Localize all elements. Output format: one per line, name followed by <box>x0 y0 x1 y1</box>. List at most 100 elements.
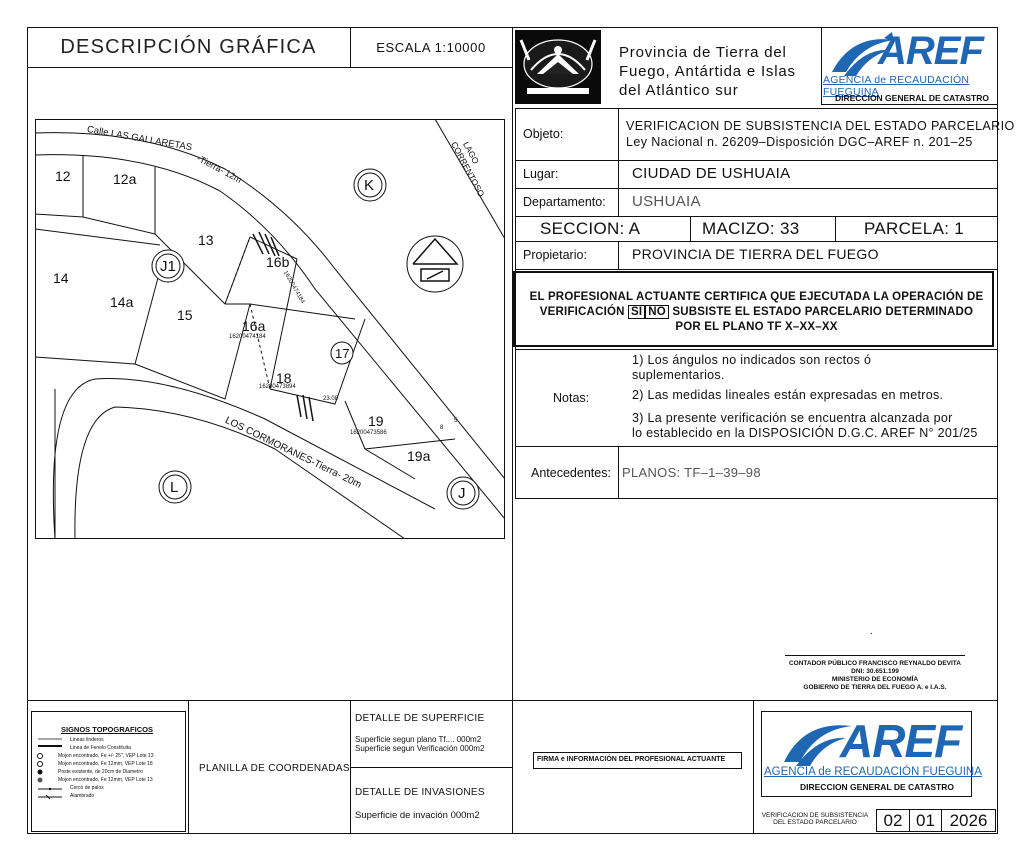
circle-j1: J1 <box>160 258 176 275</box>
header-bottom-line <box>27 67 513 68</box>
signature-government: GOBIERNO DE TIERRA DEL FUEGO A. e I.A.S. <box>803 684 947 691</box>
date-month: 01 <box>916 811 935 830</box>
lot-15: 15 <box>177 307 193 323</box>
cadastral-map <box>35 119 505 539</box>
lot-12: 12 <box>55 168 71 184</box>
seccion-value: SECCION: A <box>540 219 641 238</box>
label-col-divider-2 <box>618 241 619 269</box>
bottom-aref-direction: DIRECCION GENERAL DE CATASTRO <box>800 782 954 792</box>
lugar-value: CIUDAD DE USHUAIA <box>632 165 791 182</box>
legend-item-3: Mojon encontrado, Fe +/- 25", VEP Lote 1… <box>58 753 154 759</box>
row-line-2 <box>515 188 998 189</box>
detalle-invasiones-title: DETALLE DE INVASIONES <box>355 787 485 798</box>
measure-1: 23.08 <box>323 396 339 402</box>
date-day: 02 <box>883 811 903 830</box>
legend-item-8: Alambrado <box>70 793 95 799</box>
lot-12a: 12a <box>113 171 137 187</box>
lugar-label: Lugar: <box>523 167 559 181</box>
superficie-plano: Superficie segun plano Tf.... 000m2 <box>355 735 482 744</box>
circle-l: L <box>170 479 179 496</box>
lot-16b: 16b <box>266 254 290 270</box>
lot-13: 13 <box>198 232 214 248</box>
signature-ministry: MINISTERIO DE ECONOMÍA <box>831 676 919 683</box>
legend-item-4: Mojon encontrado, Fe 12mm, VEP Lote 18 <box>58 761 153 767</box>
macizo-divider <box>835 216 836 241</box>
aref-logo-text: AREF <box>878 29 984 73</box>
bottom-strip-top-line <box>27 700 998 701</box>
bottom-div-1 <box>188 700 189 834</box>
note-3a: 3) La presente verificación se encuentra… <box>632 411 953 425</box>
bottom-div-3 <box>753 700 754 834</box>
circle-j: J <box>458 485 466 502</box>
nomenclature-16a: 16200474184 <box>229 334 266 340</box>
note-2: 2) Las medidas lineales están expresadas… <box>632 388 944 402</box>
lot-19: 19 <box>368 413 384 429</box>
province-name: Provincia de Tierra del Fuego, Antártida… <box>619 43 796 100</box>
bottom-aref-subtitle: AGENCIA de RECAUDACIÓN FUEGUINA <box>764 766 982 778</box>
firma-label: FIRMA e INFORMACIÓN DEL PROFESIONAL ACTU… <box>537 756 726 763</box>
province-line-3: del Atlántico sur <box>619 82 739 99</box>
planilla-coordenadas: PLANILLA DE COORDENADAS <box>199 763 350 774</box>
legend-item-2: Linea de Fenelo Constituita <box>70 745 131 751</box>
signature-dni: DNI: 30.651.199 <box>851 668 899 675</box>
aref-direction: DIRECCION GENERAL DE CATASTRO <box>835 93 989 103</box>
verif-line-1: VERIFICACION DE SUBSISTENCIA <box>761 812 869 819</box>
measure-2: 8 <box>440 425 444 431</box>
province-shield-icon <box>515 30 601 104</box>
superficie-verificacion: Superficie segun Verificación 000m2 <box>355 744 485 753</box>
lot-19a: 19a <box>407 448 431 464</box>
notes-block: 1) Los ángulos no indicados son rectos ó… <box>632 353 978 441</box>
row-line-5 <box>515 269 998 270</box>
row-line-4 <box>515 241 998 242</box>
label-col-divider-1 <box>618 108 619 216</box>
province-line-1: Provincia de Tierra del <box>619 44 787 61</box>
bottom-aref-logo-text: AREF <box>840 715 962 767</box>
note-1b: suplementarios. <box>632 368 725 382</box>
measure-3: 5 <box>454 418 458 424</box>
departamento-value: USHUAIA <box>632 193 701 210</box>
legend-item-5: Poste existente, de 20cm de Diametro <box>58 769 143 775</box>
antecedentes-value: PLANOS: TF–1–39–98 <box>622 465 761 480</box>
objeto-line-1: VERIFICACION DE SUBSISTENCIA DEL ESTADO … <box>626 119 1015 133</box>
propietario-value: PROVINCIA DE TIERRA DEL FUEGO <box>632 246 879 262</box>
seccion-divider <box>690 216 691 241</box>
legend-item-1: Lineas linderos <box>70 737 104 743</box>
page-title: DESCRIPCIÓN GRÁFICA <box>60 36 317 58</box>
antecedentes-label: Antecedentes: <box>531 466 611 480</box>
lot-14: 14 <box>53 270 69 286</box>
scale-label: ESCALA 1:10000 <box>376 40 486 55</box>
label-col-divider-3 <box>618 446 619 499</box>
nomenclature-19: 16200473586 <box>350 430 387 436</box>
superficie-block: Superficie segun plano Tf.... 000m2 Supe… <box>355 735 484 753</box>
certification-line-3: POR EL PLANO TF X–XX–XX <box>675 321 838 333</box>
parcela-value: PARCELA: 1 <box>864 219 965 238</box>
certification-line-2: VERIFICACIÓN SI NO SUBSISTE EL ESTADO PAR… <box>515 305 998 320</box>
lot-16a: 16a <box>242 318 266 334</box>
bottom-div-h <box>350 767 512 768</box>
verif-block: VERIFICACION DE SUBSISTENCIA DEL ESTADO … <box>757 812 873 826</box>
signature-name: CONTADOR PÚBLICO FRANCISCO REYNALDO DEVI… <box>788 660 961 667</box>
propietario-label: Propietario: <box>523 248 587 262</box>
legend-title: SIGNOS TOPOGRAFICOS <box>61 725 153 734</box>
date-year: 2026 <box>949 811 988 830</box>
notas-label: Notas: <box>553 391 590 405</box>
si-box: SI <box>628 305 646 319</box>
row-line-3 <box>515 216 998 217</box>
certification-line-2-suffix: SUBSISTE EL ESTADO PARCELARIO DETERMINAD… <box>672 306 974 318</box>
objeto-label: Objeto: <box>523 127 564 141</box>
lot-17: 17 <box>335 346 350 361</box>
verif-line-2: DEL ESTADO PARCELARIO <box>773 819 857 826</box>
row-line-7 <box>515 446 998 447</box>
legend-list: Lineas linderos Linea de Fenelo Constitu… <box>58 736 154 800</box>
macizo-value: MACIZO: 33 <box>702 219 800 238</box>
lot-14a: 14a <box>110 294 134 310</box>
signature-block: CONTADOR PÚBLICO FRANCISCO REYNALDO DEVI… <box>775 660 975 692</box>
legend-item-7: Cerco de palos <box>70 785 104 791</box>
certification-line-1: EL PROFESIONAL ACTUANTE CERTIFICA QUE EJ… <box>529 291 984 303</box>
province-line-2: Fuego, Antártida e Islas <box>619 63 796 80</box>
legend-item-6: Mojon encontrado, Fe 12mm, VEP Lote 13 <box>58 777 153 783</box>
departamento-label: Departamento: <box>523 195 606 209</box>
signature-line <box>785 655 965 656</box>
row-line-6 <box>515 349 998 350</box>
nomenclature-18: 16200473894 <box>259 384 296 390</box>
